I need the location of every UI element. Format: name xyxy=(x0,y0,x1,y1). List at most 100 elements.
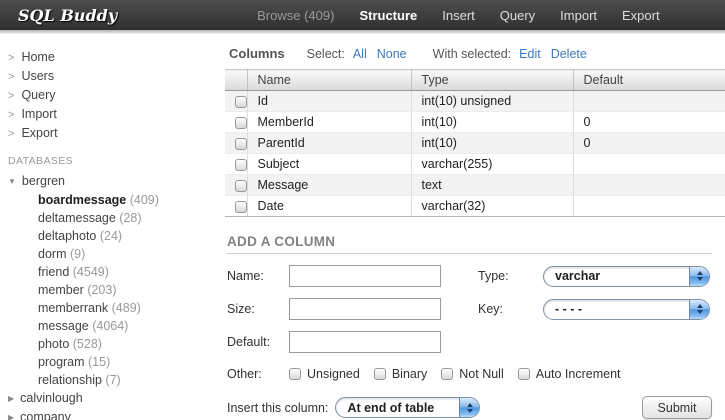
chevron-right-icon: > xyxy=(8,128,14,140)
checkbox-not-null[interactable]: Not Null xyxy=(441,367,503,381)
select-stepper-icon xyxy=(689,267,709,286)
top-tab-structure[interactable]: Structure xyxy=(359,8,417,23)
table-link-message[interactable]: message (4064) xyxy=(0,317,225,335)
cell-default xyxy=(573,154,725,175)
table-link-dorm[interactable]: dorm (9) xyxy=(0,245,225,263)
checkbox-auto-increment[interactable]: Auto Increment xyxy=(518,367,621,381)
type-select[interactable]: varchar xyxy=(543,266,710,287)
row-checkbox[interactable] xyxy=(235,180,247,192)
table-link-member[interactable]: member (203) xyxy=(0,281,225,299)
insert-position-select[interactable]: At end of table xyxy=(335,397,480,418)
cell-default xyxy=(573,175,725,196)
main-content: ColumnsSelect:AllNoneWith selected:EditD… xyxy=(225,34,725,420)
sidebar-item-query[interactable]: >Query xyxy=(8,86,225,105)
top-tab-export[interactable]: Export xyxy=(622,8,660,23)
insert-column-label: Insert this column: xyxy=(227,401,328,415)
select-all-link[interactable]: All xyxy=(353,47,367,61)
database-company[interactable]: ▶company xyxy=(0,408,225,420)
sidebar-nav: >Home>Users>Query>Import>Export xyxy=(0,48,225,143)
select-label: Select: xyxy=(307,47,345,61)
cell-type: int(10) xyxy=(411,112,573,133)
triangle-down-icon: ▼ xyxy=(8,177,16,186)
row-checkbox[interactable] xyxy=(235,96,247,108)
column-row-id: Idint(10) unsigned xyxy=(225,91,725,112)
type-label: Type: xyxy=(478,269,543,283)
other-checkbox-group: Unsigned Binary Not Null Auto Increment xyxy=(289,367,635,381)
add-column-heading: ADD A COLUMN xyxy=(227,234,712,254)
cell-type: int(10) xyxy=(411,133,573,154)
table-link-program[interactable]: program (15) xyxy=(0,353,225,371)
chevron-right-icon: > xyxy=(8,71,14,83)
column-header-name: Name xyxy=(247,70,411,91)
checkbox-box[interactable] xyxy=(441,368,453,380)
row-checkbox[interactable] xyxy=(235,159,247,171)
checkbox-box[interactable] xyxy=(374,368,386,380)
sidebar: >Home>Users>Query>Import>Export DATABASE… xyxy=(0,34,225,420)
database-bergren[interactable]: ▼bergren xyxy=(0,172,225,191)
sidebar-item-users[interactable]: >Users xyxy=(8,67,225,86)
topbar: SQL Buddy Browse (409) Structure Insert Que… xyxy=(0,0,725,30)
sidebar-item-export[interactable]: >Export xyxy=(8,124,225,143)
columns-toolbar: ColumnsSelect:AllNoneWith selected:EditD… xyxy=(229,46,725,61)
table-link-friend[interactable]: friend (4549) xyxy=(0,263,225,281)
table-link-memberrank[interactable]: memberrank (489) xyxy=(0,299,225,317)
column-header-type: Type xyxy=(411,70,573,91)
select-stepper-icon xyxy=(459,398,479,417)
chevron-right-icon: > xyxy=(8,90,14,102)
table-header-row: NameTypeDefault xyxy=(225,70,725,91)
row-checkbox[interactable] xyxy=(235,138,247,150)
delete-link[interactable]: Delete xyxy=(551,47,587,61)
database-calvinlough[interactable]: ▶calvinlough xyxy=(0,389,225,408)
checkbox-box[interactable] xyxy=(289,368,301,380)
top-tab-insert[interactable]: Insert xyxy=(442,8,475,23)
table-link-deltaphoto[interactable]: deltaphoto (24) xyxy=(0,227,225,245)
chevron-right-icon: > xyxy=(8,52,14,64)
header-checkbox-cell xyxy=(225,70,247,91)
size-label: Size: xyxy=(227,302,289,316)
table-link-boardmessage[interactable]: boardmessage (409) xyxy=(0,191,225,209)
column-row-date: Datevarchar(32) xyxy=(225,196,725,217)
add-column-form: ADD A COLUMN Name: Type: varchar Size: K… xyxy=(225,234,725,419)
cell-name: Subject xyxy=(247,154,411,175)
select-none-link[interactable]: None xyxy=(377,47,407,61)
table-link-photo[interactable]: photo (528) xyxy=(0,335,225,353)
sidebar-item-import[interactable]: >Import xyxy=(8,105,225,124)
cell-name: Date xyxy=(247,196,411,217)
column-row-subject: Subjectvarchar(255) xyxy=(225,154,725,175)
cell-default: 0 xyxy=(573,112,725,133)
key-select[interactable]: - - - - xyxy=(543,299,710,320)
cell-default: 0 xyxy=(573,133,725,154)
columns-table: NameTypeDefault Idint(10) unsignedMember… xyxy=(225,69,725,217)
default-label: Default: xyxy=(227,335,289,349)
select-stepper-icon xyxy=(689,300,709,319)
default-input[interactable] xyxy=(289,331,441,353)
cell-name: Message xyxy=(247,175,411,196)
submit-button[interactable]: Submit xyxy=(642,396,712,419)
database-tree: ▼bergrenboardmessage (409)deltamessage (… xyxy=(0,172,225,420)
column-row-memberid: MemberIdint(10)0 xyxy=(225,112,725,133)
with-selected-label: With selected: xyxy=(433,47,512,61)
edit-link[interactable]: Edit xyxy=(519,47,541,61)
top-tab-browse[interactable]: Browse (409) xyxy=(257,8,334,23)
databases-section-label: DATABASES xyxy=(8,155,225,167)
other-label: Other: xyxy=(227,367,289,381)
table-link-deltamessage[interactable]: deltamessage (28) xyxy=(0,209,225,227)
row-checkbox[interactable] xyxy=(235,117,247,129)
top-tab-import[interactable]: Import xyxy=(560,8,597,23)
table-link-relationship[interactable]: relationship (7) xyxy=(0,371,225,389)
column-header-default: Default xyxy=(573,70,725,91)
name-input[interactable] xyxy=(289,265,441,287)
size-input[interactable] xyxy=(289,298,441,320)
cell-name: ParentId xyxy=(247,133,411,154)
cell-name: Id xyxy=(247,91,411,112)
checkbox-binary[interactable]: Binary xyxy=(374,367,427,381)
checkbox-unsigned[interactable]: Unsigned xyxy=(289,367,360,381)
app-logo[interactable]: SQL Buddy xyxy=(18,6,117,25)
column-row-message: Messagetext xyxy=(225,175,725,196)
checkbox-box[interactable] xyxy=(518,368,530,380)
row-checkbox[interactable] xyxy=(235,201,247,213)
top-nav: Browse (409) Structure Insert Query Import Ex… xyxy=(257,8,659,23)
sidebar-item-home[interactable]: >Home xyxy=(8,48,225,67)
top-tab-query[interactable]: Query xyxy=(500,8,535,23)
triangle-right-icon: ▶ xyxy=(8,413,14,420)
